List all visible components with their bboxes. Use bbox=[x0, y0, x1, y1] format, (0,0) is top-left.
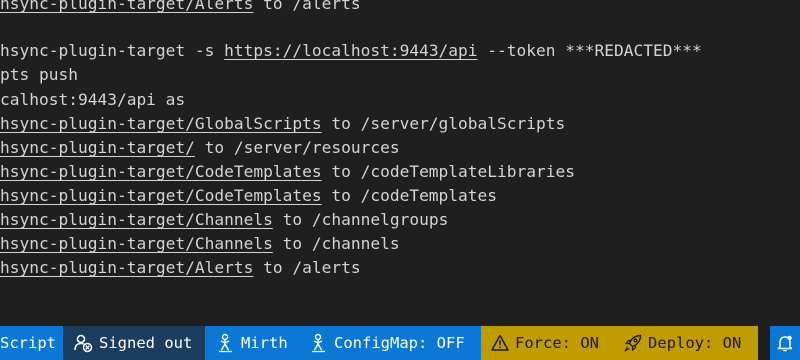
terminal-path-link[interactable]: hsync-plugin-target/ bbox=[0, 138, 195, 157]
bell-icon bbox=[776, 334, 794, 352]
terminal-line: hsync-plugin-target/CodeTemplates to /co… bbox=[0, 162, 575, 181]
status-spacer bbox=[758, 326, 770, 360]
status-signed-out[interactable]: Signed out bbox=[63, 326, 205, 360]
terminal-line: hsync-plugin-target/Channels to /channel… bbox=[0, 210, 449, 229]
terminal-line: hsync-plugin-target -s https://localhost… bbox=[0, 41, 702, 60]
terminal-path-link[interactable]: hsync-plugin-target/Alerts bbox=[0, 258, 253, 277]
rocket-icon bbox=[624, 334, 642, 352]
terminal-line: hsync-plugin-target/Alerts to /alerts bbox=[0, 258, 361, 277]
configmap-icon bbox=[310, 333, 328, 353]
terminal-path-link[interactable]: hsync-plugin-target/GlobalScripts bbox=[0, 114, 322, 133]
warning-icon bbox=[491, 334, 509, 352]
terminal-line: hsync-plugin-target/CodeTemplates to /co… bbox=[0, 186, 498, 205]
mirth-icon bbox=[217, 333, 235, 353]
terminal-line: hsync-plugin-target/GlobalScripts to /se… bbox=[0, 114, 566, 133]
terminal-line: calhost:9443/api as bbox=[0, 90, 186, 109]
terminal-path-link[interactable]: hsync-plugin-target/Alerts bbox=[0, 0, 253, 13]
status-configmap[interactable]: ConfigMap: OFF bbox=[300, 326, 481, 360]
status-script[interactable]: Script bbox=[0, 326, 63, 360]
terminal-line: hsync-plugin-target/Channels to /channel… bbox=[0, 234, 400, 253]
terminal-line: hsync-plugin-target/ to /server/resource… bbox=[0, 138, 400, 157]
status-deploy[interactable]: Deploy: ON bbox=[612, 326, 758, 360]
terminal-line: pts push bbox=[0, 65, 78, 84]
status-force[interactable]: Force: ON bbox=[481, 326, 612, 360]
status-notifications[interactable] bbox=[770, 326, 800, 360]
terminal-path-link[interactable]: hsync-plugin-target/CodeTemplates bbox=[0, 186, 322, 205]
terminal-path-link[interactable]: hsync-plugin-target/Channels bbox=[0, 234, 273, 253]
account-signed-out-icon bbox=[73, 333, 93, 353]
terminal-path-link[interactable]: hsync-plugin-target/CodeTemplates bbox=[0, 162, 322, 181]
status-mirth[interactable]: Mirth bbox=[205, 326, 300, 360]
terminal-path-link[interactable]: hsync-plugin-target/Channels bbox=[0, 210, 273, 229]
terminal-panel[interactable]: hsync-plugin-target/Alerts to /alerts hs… bbox=[0, 0, 800, 326]
status-bar: Script Signed out Mirth ConfigMap: OFF F… bbox=[0, 326, 800, 360]
terminal-line: hsync-plugin-target/Alerts to /alerts bbox=[0, 0, 361, 16]
terminal-url-link[interactable]: https://localhost:9443/api bbox=[224, 41, 477, 60]
